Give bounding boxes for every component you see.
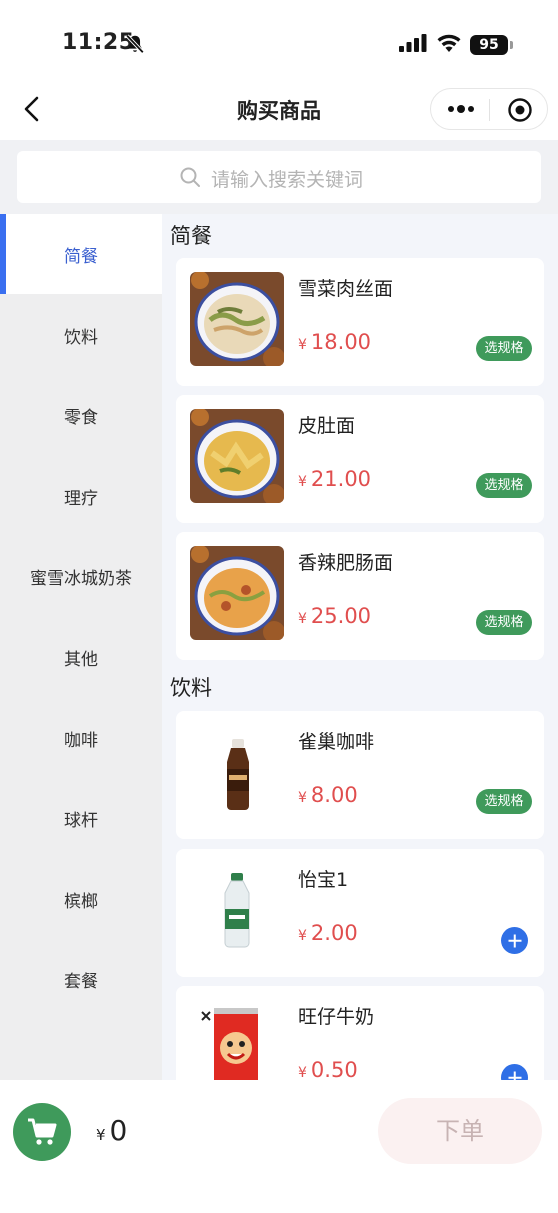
sidebar-item-drinks[interactable]: 饮料 (0, 295, 162, 375)
search-input[interactable]: 请输入搜索关键词 (17, 151, 541, 203)
cart-total: ¥0 (96, 1114, 128, 1147)
sidebar-item-snacks[interactable]: 零食 (0, 375, 162, 455)
sidebar-item-coffee[interactable]: 咖啡 (0, 698, 162, 778)
coffee-bottle-icon (190, 725, 284, 819)
section-title: 饮料 (170, 676, 212, 700)
product-name: 香辣肥肠面 (298, 552, 394, 574)
nav-bar: 购买商品 (0, 80, 558, 140)
silent-bell-icon (125, 34, 145, 54)
sidebar-item-betel[interactable]: 槟榔 (0, 859, 162, 939)
signal-icon (399, 34, 427, 52)
add-to-cart-button[interactable] (501, 1064, 528, 1080)
cart-button[interactable] (13, 1103, 71, 1161)
wifi-icon (437, 34, 461, 52)
cart-bar: ¥0 下单 (0, 1080, 558, 1213)
capsule-divider (489, 99, 490, 121)
sidebar-item-cue[interactable]: 球杆 (0, 778, 162, 858)
sidebar-item-jiancan[interactable]: 简餐 (0, 214, 162, 294)
product-price: ¥8.00 (298, 783, 358, 807)
product-card[interactable]: 雀巢咖啡 ¥8.00 选规格 (176, 711, 544, 839)
sidebar-item-combo[interactable]: 套餐 (0, 939, 162, 1019)
miniprogram-capsule (430, 88, 548, 130)
product-card[interactable]: 香辣肥肠面 ¥25.00 选规格 (176, 532, 544, 660)
product-card[interactable]: 皮肚面 ¥21.00 选规格 (176, 395, 544, 523)
product-card[interactable]: 雪菜肉丝面 ¥18.00 选规格 (176, 258, 544, 386)
select-spec-button[interactable]: 选规格 (476, 610, 532, 635)
product-price: ¥25.00 (298, 604, 372, 628)
sidebar-item-other[interactable]: 其他 (0, 617, 162, 697)
more-dots-icon[interactable] (445, 99, 477, 119)
milk-can-icon (190, 1000, 284, 1080)
add-to-cart-button[interactable] (501, 927, 528, 954)
product-name: 旺仔牛奶 (298, 1006, 375, 1028)
noodle-bowl-icon (190, 546, 284, 640)
sidebar-item-milk-tea[interactable]: 蜜雪冰城奶茶 (0, 536, 162, 616)
product-name: 怡宝1 (298, 869, 349, 891)
search-placeholder: 请输入搜索关键词 (211, 169, 364, 191)
select-spec-button[interactable]: 选规格 (476, 473, 532, 498)
select-spec-button[interactable]: 选规格 (476, 336, 532, 361)
status-bar: 11:25 95 (0, 0, 558, 80)
product-name: 雪菜肉丝面 (298, 278, 394, 300)
product-price: ¥18.00 (298, 330, 372, 354)
battery-icon: 95 (470, 35, 513, 55)
product-price: ¥2.00 (298, 921, 358, 945)
sidebar-item-therapy[interactable]: 理疗 (0, 456, 162, 536)
category-sidebar: 简餐 饮料 零食 理疗 蜜雪冰城奶茶 其他 咖啡 球杆 槟榔 套餐 (0, 214, 162, 1080)
search-area: 请输入搜索关键词 (0, 140, 558, 214)
noodle-bowl-icon (190, 409, 284, 503)
close-target-icon[interactable] (507, 97, 533, 123)
place-order-button[interactable]: 下单 (378, 1098, 542, 1164)
noodle-bowl-icon (190, 272, 284, 366)
select-spec-button[interactable]: 选规格 (476, 789, 532, 814)
product-name: 皮肚面 (298, 415, 356, 437)
product-card[interactable]: 怡宝1 ¥2.00 (176, 849, 544, 977)
water-bottle-icon (190, 863, 284, 957)
product-price: ¥21.00 (298, 467, 372, 491)
search-icon (180, 167, 200, 187)
shopping-cart-icon (28, 1118, 57, 1145)
product-card[interactable]: 旺仔牛奶 ¥0.50 (176, 986, 544, 1080)
product-list[interactable]: 简餐 雪菜肉丝面 ¥18.00 选规格 皮肚面 ¥ 21.00 选规格 香辣肥肠… (162, 214, 558, 1080)
section-title: 简餐 (170, 224, 212, 248)
product-price: ¥0.50 (298, 1058, 358, 1080)
product-name: 雀巢咖啡 (298, 731, 375, 753)
